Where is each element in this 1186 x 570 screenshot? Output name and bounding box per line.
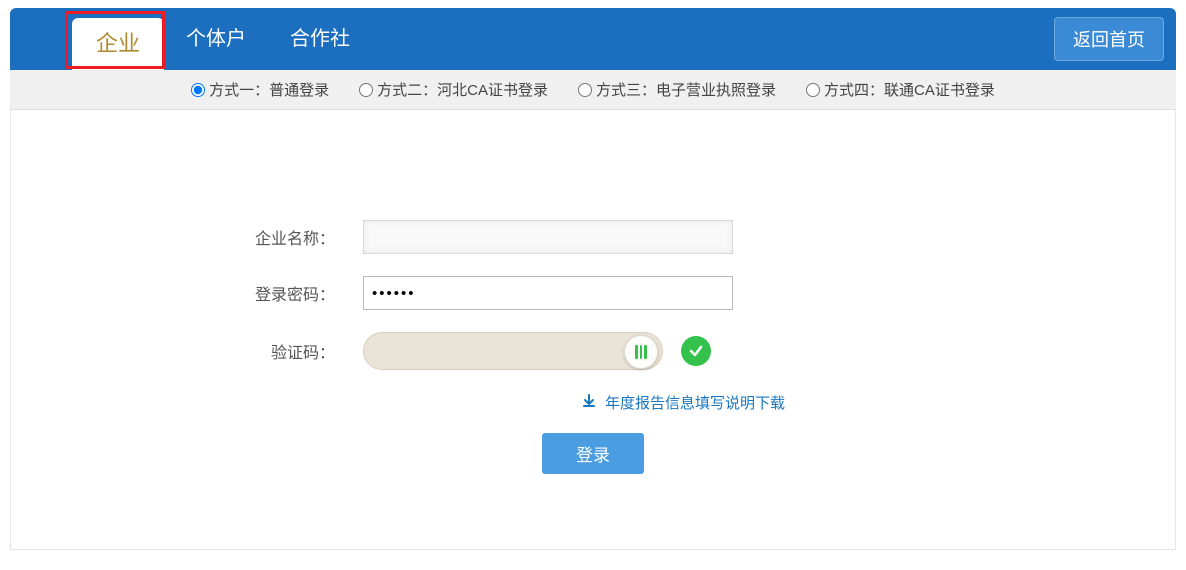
mode-option-3[interactable]: 方式三：电子营业执照登录 [578, 79, 776, 100]
download-link-row: 年度报告信息填写说明下载 [213, 392, 973, 413]
tab-enterprise[interactable]: 企业 [72, 18, 164, 70]
mode-label: 方式二：河北CA证书登录 [377, 79, 548, 100]
login-form-panel: 企业名称： 登录密码： 验证码： [10, 110, 1176, 550]
return-home-button[interactable]: 返回首页 [1054, 17, 1164, 61]
mode-radio-3[interactable] [578, 83, 592, 97]
tab-label: 合作社 [290, 8, 350, 70]
captcha-slider[interactable] [363, 332, 663, 370]
captcha-label: 验证码： [213, 339, 363, 363]
login-button[interactable]: 登录 [542, 433, 644, 474]
password-label: 登录密码： [213, 281, 363, 305]
mode-option-4[interactable]: 方式四：联通CA证书登录 [806, 79, 995, 100]
download-icon [581, 393, 597, 413]
slider-bars-icon [635, 345, 647, 359]
tab-bar: 企业 个体户 合作社 返回首页 [10, 8, 1176, 70]
row-captcha: 验证码： [213, 332, 973, 370]
tab-individual[interactable]: 个体户 [164, 8, 268, 70]
mode-option-2[interactable]: 方式二：河北CA证书登录 [359, 79, 548, 100]
captcha-success-icon [681, 336, 711, 366]
download-link-text: 年度报告信息填写说明下载 [605, 392, 785, 413]
mode-radio-4[interactable] [806, 83, 820, 97]
company-label: 企业名称： [213, 225, 363, 249]
tab-label: 企业 [96, 18, 140, 70]
mode-radio-2[interactable] [359, 83, 373, 97]
tab-coop[interactable]: 合作社 [268, 8, 372, 70]
slider-handle[interactable] [624, 335, 658, 369]
mode-label: 方式三：电子营业执照登录 [596, 79, 776, 100]
password-input[interactable] [363, 276, 733, 310]
return-home-label: 返回首页 [1073, 30, 1145, 50]
company-input[interactable] [363, 220, 733, 254]
mode-label: 方式四：联通CA证书登录 [824, 79, 995, 100]
row-password: 登录密码： [213, 276, 973, 310]
mode-label: 方式一：普通登录 [209, 79, 329, 100]
login-button-label: 登录 [576, 446, 610, 465]
mode-option-1[interactable]: 方式一：普通登录 [191, 79, 329, 100]
row-company: 企业名称： [213, 220, 973, 254]
login-mode-row: 方式一：普通登录 方式二：河北CA证书登录 方式三：电子营业执照登录 方式四：联… [10, 70, 1176, 110]
tab-label: 个体户 [186, 8, 246, 70]
download-link[interactable]: 年度报告信息填写说明下载 [581, 392, 785, 413]
mode-radio-1[interactable] [191, 83, 205, 97]
